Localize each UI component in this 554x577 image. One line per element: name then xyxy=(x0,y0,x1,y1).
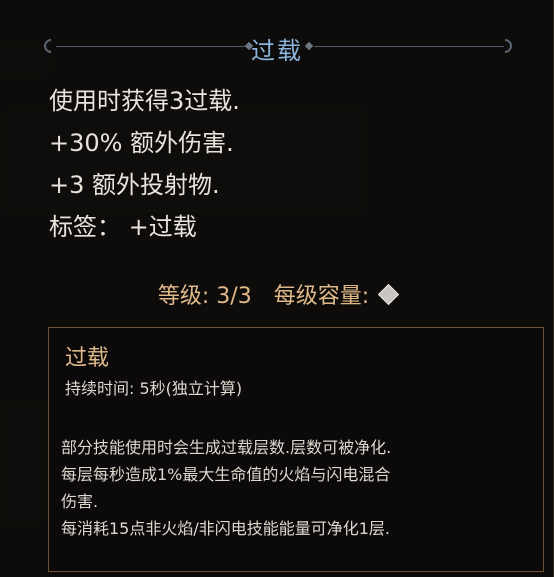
detail-line: 每层每秒造成1%最大生命值的火焰与闪电混合 xyxy=(61,465,391,484)
effect-line: +3 额外投射物. xyxy=(49,171,220,199)
tags-line: 标签： +过载 xyxy=(49,213,197,241)
effect-list: 使用时获得3过载. +30% 额外伤害. +3 额外投射物. 标签： +过载 xyxy=(49,80,509,248)
level-label: 等级: 3/3 xyxy=(157,284,252,309)
detail-duration: 持续时间: 5秒(独立计算) xyxy=(65,379,243,398)
detail-title: 过载 xyxy=(65,346,110,371)
detail-line: 部分技能使用时会生成过载层数.层数可被净化. xyxy=(61,438,392,457)
detail-line: 每消耗15点非火焰/非闪电技能能量可净化1层. xyxy=(61,519,391,538)
divider xyxy=(314,46,504,47)
diamond-icon xyxy=(378,283,400,305)
tooltip-header: 过载 xyxy=(0,24,554,68)
level-row: 等级: 3/3 每级容量: xyxy=(0,278,554,312)
tooltip-panel: 过载 使用时获得3过载. +30% 额外伤害. +3 额外投射物. 标签： +过… xyxy=(0,0,554,577)
effect-line: 使用时获得3过载. xyxy=(49,87,240,115)
detail-line: 伤害. xyxy=(61,492,99,511)
detail-description: 部分技能使用时会生成过载层数.层数可被净化. 每层每秒造成1%最大生命值的火焰与… xyxy=(61,434,539,542)
capacity-label: 每级容量: xyxy=(273,284,370,309)
tooltip-title: 过载 xyxy=(251,37,303,65)
effect-line: +30% 额外伤害. xyxy=(49,129,234,157)
keyword-detail-box: 过载 持续时间: 5秒(独立计算) 部分技能使用时会生成过载层数.层数可被净化.… xyxy=(48,327,544,572)
